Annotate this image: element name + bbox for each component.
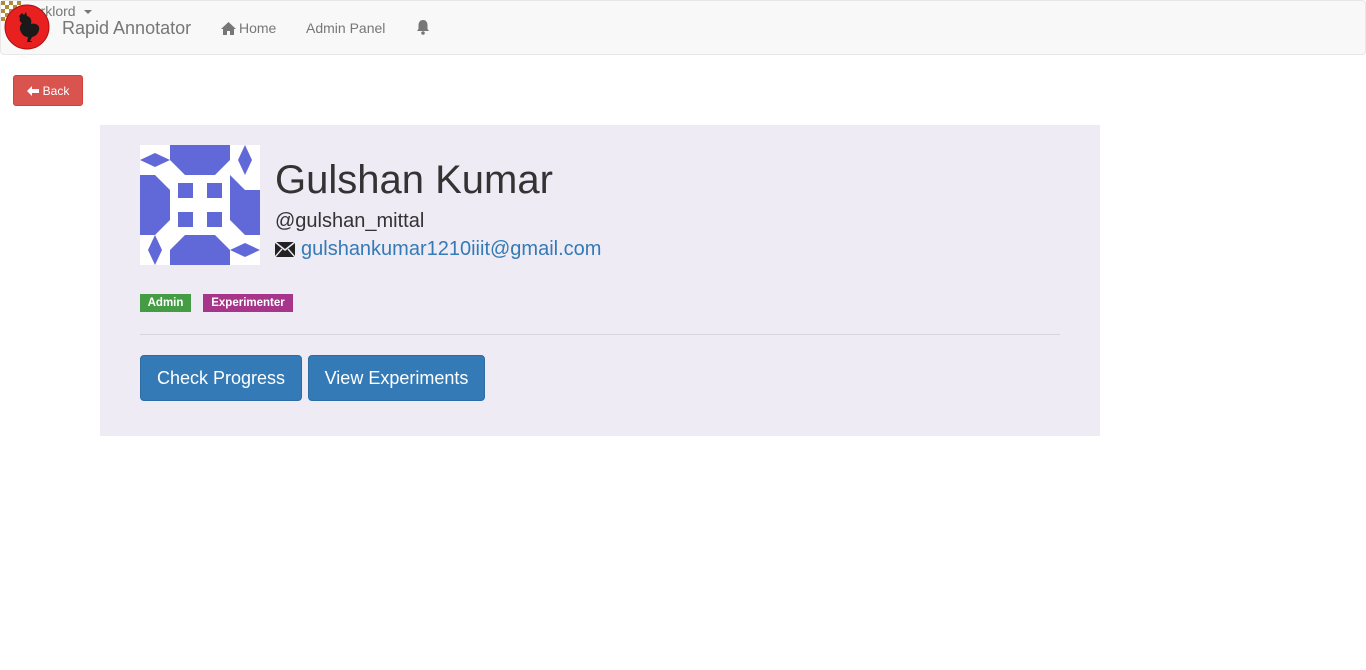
top-navbar: Rapid Annotator Home Admin Panel darklor…: [0, 0, 1366, 55]
nav-admin-label: Admin Panel: [306, 20, 386, 36]
profile-identicon: [140, 145, 260, 265]
nav-home-label: Home: [239, 20, 277, 36]
notifications-button[interactable]: [415, 19, 431, 35]
app-brand[interactable]: Rapid Annotator: [62, 18, 191, 38]
role-badge-admin: Admin: [140, 294, 191, 312]
home-icon: [221, 21, 236, 35]
profile-username: @gulshan_mittal: [275, 210, 425, 232]
rooster-logo-icon[interactable]: [4, 4, 50, 50]
profile-email-row: gulshankumar1210iiit@gmail.com: [275, 237, 601, 261]
user-menu-dropdown[interactable]: darklord: [1, 1, 1365, 21]
profile-name: Gulshan Kumar: [275, 158, 553, 202]
arrow-left-icon: [26, 85, 39, 96]
role-badge-experimenter: Experimenter: [203, 294, 293, 312]
view-experiments-button[interactable]: View Experiments: [308, 355, 485, 401]
bell-icon: [417, 20, 429, 35]
card-divider: [140, 334, 1060, 335]
nav-home-link[interactable]: Home: [221, 20, 276, 36]
profile-card: Gulshan Kumar @gulshan_mittal gulshankum…: [100, 125, 1100, 436]
profile-email-link[interactable]: gulshankumar1210iiit@gmail.com: [301, 237, 601, 261]
check-progress-button[interactable]: Check Progress: [140, 355, 302, 401]
nav-admin-panel-link[interactable]: Admin Panel: [306, 20, 385, 36]
back-button-label: Back: [42, 83, 70, 98]
back-button[interactable]: Back: [13, 75, 83, 106]
envelope-icon: [275, 241, 295, 257]
caret-down-icon: [83, 10, 92, 14]
